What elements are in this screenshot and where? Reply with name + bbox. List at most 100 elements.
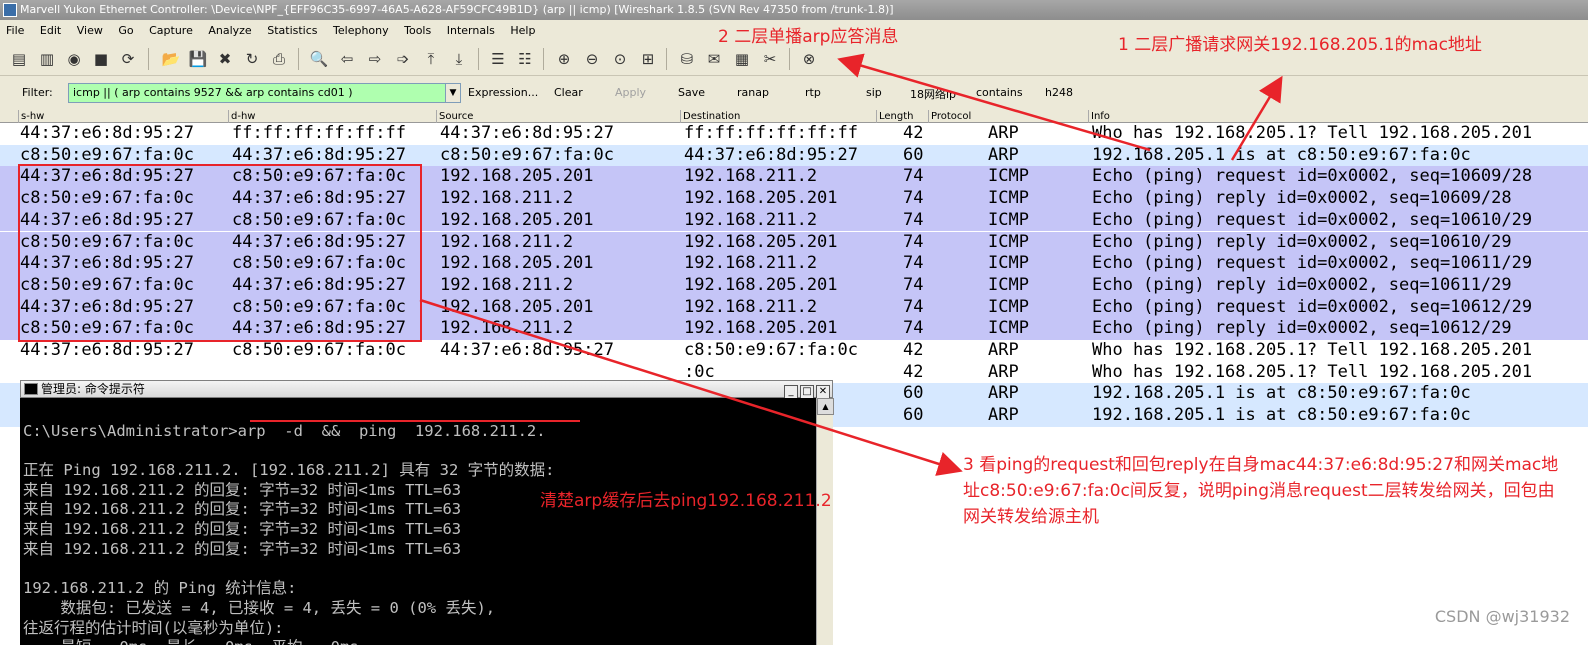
cell-destination: 192.168.211.2 [684, 166, 818, 187]
menu-file[interactable]: File [0, 20, 30, 42]
cell-destination: 44:37:e6:8d:95:27 [684, 144, 858, 165]
cell-info: Who has 192.168.205.1? Tell 192.168.205.… [1092, 340, 1533, 360]
capture-filters-icon[interactable]: ⛁ [676, 48, 698, 70]
cell-info: Who has 192.168.205.1? Tell 192.168.205.… [1092, 123, 1533, 143]
cell-protocol: ICMP [988, 166, 1029, 187]
clear-button[interactable]: Clear [554, 86, 583, 99]
quick-filter-ranap[interactable]: ranap [737, 86, 769, 99]
cell-source: 192.168.211.2 [440, 231, 574, 252]
menu-capture[interactable]: Capture [143, 20, 199, 42]
cell-info: Who has 192.168.205.1? Tell 192.168.205.… [1092, 361, 1533, 382]
cell-destination: 192.168.205.201 [684, 274, 838, 295]
find-icon[interactable]: 🔍 [308, 48, 330, 70]
display-filters-icon[interactable]: ✉ [703, 48, 725, 70]
quick-filter-sip[interactable]: sip [866, 86, 882, 99]
cell-length: 60 [903, 405, 924, 426]
cell-destination: 192.168.211.2 [684, 296, 818, 317]
zoom-in-icon[interactable]: ⊕ [553, 48, 575, 70]
resize-columns-icon[interactable]: ⊞ [637, 48, 659, 70]
maximize-icon[interactable]: □ [800, 385, 814, 399]
interfaces-icon[interactable]: ▤ [8, 48, 30, 70]
quick-filter-h248[interactable]: h248 [1045, 86, 1073, 99]
cmd-line: 最短 = 0ms, 最长 = 0ms, 平均 = 0ms [23, 638, 816, 645]
cmd-output[interactable]: C:\Users\Administrator>arp -d && ping 19… [20, 398, 816, 645]
annotation-1: 1 二层广播请求网关192.168.205.1的mac地址 [1118, 35, 1482, 55]
cell-info: Echo (ping) request id=0x0002, seq=10610… [1092, 209, 1533, 230]
cell-destination: 192.168.205.201 [684, 231, 838, 252]
menu-analyze[interactable]: Analyze [202, 20, 257, 42]
colorize-icon[interactable]: ☰ [487, 48, 509, 70]
goto-packet-icon[interactable]: ➩ [392, 48, 414, 70]
table-row[interactable]: 44:37:e6:8d:95:27 ff:ff:ff:ff:ff:ff 44:37:… [0, 123, 1588, 145]
minimize-icon[interactable]: _ [784, 385, 798, 399]
cell-protocol: ICMP [988, 231, 1029, 252]
cell-destination: ff:ff:ff:ff:ff:ff [684, 123, 858, 143]
options-icon[interactable]: ▥ [36, 48, 58, 70]
zoom-out-icon[interactable]: ⊖ [581, 48, 603, 70]
cell-length: 60 [903, 144, 924, 165]
back-icon[interactable]: ⇦ [336, 48, 358, 70]
preferences-icon[interactable]: ✂ [759, 48, 781, 70]
cell-source: 192.168.211.2 [440, 274, 574, 295]
cmd-title-bar[interactable]: 管理员: 命令提示符 _ □ ✕ [20, 380, 833, 399]
open-file-icon[interactable]: 📂 [160, 48, 182, 70]
quick-filter-contains[interactable]: contains [976, 86, 1023, 99]
print-icon[interactable]: ⎙ [268, 48, 290, 70]
column-destination[interactable]: Destination [680, 110, 876, 123]
expression-button[interactable]: Expression... [468, 86, 538, 99]
menu-edit[interactable]: Edit [34, 20, 67, 42]
cell-info: Echo (ping) request id=0x0002, seq=10611… [1092, 253, 1533, 274]
menu-statistics[interactable]: Statistics [261, 20, 323, 42]
cmd-scrollbar[interactable]: ▲ [816, 398, 834, 645]
normal-size-icon[interactable]: ⊙ [609, 48, 631, 70]
menu-go[interactable]: Go [112, 20, 139, 42]
cell-length: 74 [903, 188, 924, 209]
menu-internals[interactable]: Internals [441, 20, 501, 42]
forward-icon[interactable]: ⇨ [364, 48, 386, 70]
last-packet-icon[interactable]: ⤓ [448, 48, 470, 70]
menu-tools[interactable]: Tools [398, 20, 437, 42]
filter-dropdown-icon[interactable]: ▼ [445, 83, 461, 103]
scroll-up-icon[interactable]: ▲ [817, 398, 834, 415]
menu-help[interactable]: Help [504, 20, 541, 42]
cell-length: 42 [903, 361, 924, 382]
cell-protocol: ICMP [988, 318, 1029, 339]
quick-filter-rtp[interactable]: rtp [805, 86, 821, 99]
cell-source: 44:37:e6:8d:95:27 [440, 340, 614, 360]
mac-highlight-box [18, 164, 422, 342]
quick-filter-18ip[interactable]: 18网络ip [910, 86, 956, 102]
column-info[interactable]: Info [1088, 110, 1588, 123]
column-source[interactable]: Source [436, 110, 680, 123]
menu-telephony[interactable]: Telephony [327, 20, 395, 42]
display-filter-input[interactable]: icmp || ( arp contains 9527 && arp conta… [68, 83, 446, 103]
save-file-icon[interactable]: 💾 [187, 48, 209, 70]
stop-capture-icon[interactable]: ■ [90, 48, 112, 70]
column-d-hw[interactable]: d-hw [228, 110, 436, 123]
cell-protocol: ARP [988, 405, 1019, 426]
close-file-icon[interactable]: ✖ [214, 48, 236, 70]
close-icon[interactable]: ✕ [816, 385, 830, 399]
apply-button[interactable]: Apply [615, 86, 646, 99]
cmd-line [23, 402, 816, 422]
autoscroll-icon[interactable]: ☷ [514, 48, 536, 70]
cell-length: 74 [903, 166, 924, 187]
cell-protocol: ICMP [988, 188, 1029, 209]
save-filter-button[interactable]: Save [678, 86, 705, 99]
first-packet-icon[interactable]: ⤒ [420, 48, 442, 70]
cell-info: Echo (ping) reply id=0x0002, seq=10609/2… [1092, 188, 1512, 209]
coloring-rules-icon[interactable]: ▦ [731, 48, 753, 70]
watermark: CSDN @wj31932 [1434, 607, 1570, 626]
cell-length: 74 [903, 209, 924, 230]
restart-capture-icon[interactable]: ⟳ [117, 48, 139, 70]
column-length[interactable]: Length [876, 110, 928, 123]
cmd-title: 管理员: 命令提示符 [41, 382, 145, 396]
menu-view[interactable]: View [71, 20, 109, 42]
cell-source: 192.168.205.201 [440, 209, 594, 230]
cell-source: 192.168.205.201 [440, 253, 594, 274]
help-icon[interactable]: ⊗ [798, 48, 820, 70]
column-s-hw[interactable]: s-hw [18, 110, 228, 123]
start-capture-icon[interactable]: ◉ [63, 48, 85, 70]
reload-icon[interactable]: ↻ [241, 48, 263, 70]
column-protocol[interactable]: Protocol [928, 110, 1088, 123]
table-row[interactable]: 44:37:e6:8d:95:27 c8:50:e9:67:fa:0c 44:37:… [0, 340, 1588, 362]
